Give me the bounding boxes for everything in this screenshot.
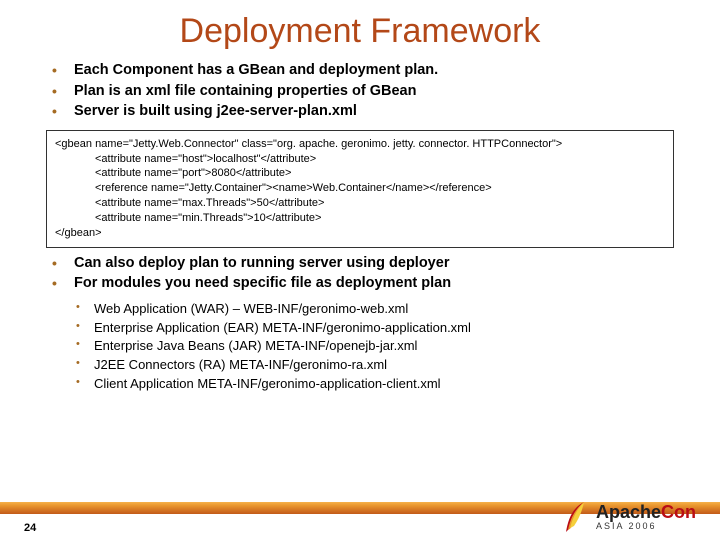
code-line: <attribute name="max.Threads">50</attrib… bbox=[55, 196, 665, 211]
code-line: <attribute name="host">localhost"</attri… bbox=[55, 152, 665, 167]
bullet-item: Can also deploy plan to running server u… bbox=[50, 254, 684, 274]
code-line: <attribute name="min.Threads">10</attrib… bbox=[55, 211, 665, 226]
sub-bullet-item: Web Application (WAR) – WEB-INF/geronimo… bbox=[72, 300, 684, 319]
feather-icon bbox=[562, 500, 590, 534]
logo-brand-red: Con bbox=[661, 502, 696, 522]
code-line: </gbean> bbox=[55, 226, 665, 241]
bullet-list-mid: Can also deploy plan to running server u… bbox=[50, 254, 684, 294]
logo-subtitle: ASIA 2006 bbox=[596, 521, 657, 531]
slide: Deployment Framework Each Component has … bbox=[0, 0, 720, 540]
bullet-item: Server is built using j2ee-server-plan.x… bbox=[50, 102, 684, 122]
sub-bullet-item: J2EE Connectors (RA) META-INF/geronimo-r… bbox=[72, 356, 684, 375]
conference-logo: ApacheCon ASIA 2006 bbox=[562, 500, 696, 534]
code-sample-box: <gbean name="Jetty.Web.Connector" class=… bbox=[46, 130, 674, 248]
sub-bullet-item: Enterprise Java Beans (JAR) META-INF/ope… bbox=[72, 337, 684, 356]
code-line: <gbean name="Jetty.Web.Connector" class=… bbox=[55, 137, 665, 152]
bullet-list-sub: Web Application (WAR) – WEB-INF/geronimo… bbox=[72, 300, 684, 394]
code-line: <attribute name="port">8080</attribute> bbox=[55, 166, 665, 181]
bullet-list-top: Each Component has a GBean and deploymen… bbox=[50, 61, 684, 122]
logo-text-stack: ApacheCon ASIA 2006 bbox=[596, 503, 696, 531]
sub-bullet-item: Enterprise Application (EAR) META-INF/ge… bbox=[72, 319, 684, 338]
bullet-item: For modules you need specific file as de… bbox=[50, 274, 684, 294]
bullet-item: Plan is an xml file containing propertie… bbox=[50, 82, 684, 102]
bullet-item: Each Component has a GBean and deploymen… bbox=[50, 61, 684, 81]
logo-brand-dark: Apache bbox=[596, 502, 661, 522]
sub-bullet-item: Client Application META-INF/geronimo-app… bbox=[72, 375, 684, 394]
slide-title: Deployment Framework bbox=[36, 12, 684, 51]
page-number: 24 bbox=[24, 522, 36, 534]
code-line: <reference name="Jetty.Container"><name>… bbox=[55, 181, 665, 196]
logo-brand: ApacheCon bbox=[596, 503, 696, 521]
